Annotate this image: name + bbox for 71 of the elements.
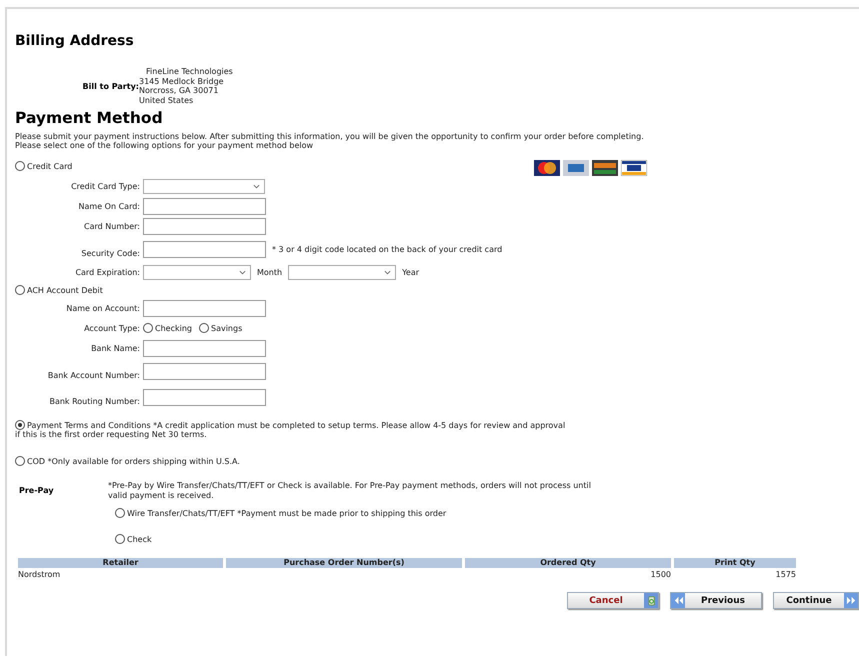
- fast-forward-icon: [844, 593, 858, 608]
- radio-label: Wire Transfer/Chats/TT/EFT *Payment must be made prior to shipping this order: [127, 508, 446, 518]
- input-field[interactable]: [143, 218, 266, 234]
- input-field[interactable]: [143, 300, 266, 316]
- cancel-button[interactable]: Cancel: [567, 592, 659, 609]
- payment-card-icon: [534, 160, 560, 176]
- hint-text: * 3 or 4 digit code located on the back of your credit card: [272, 244, 502, 254]
- previous-button[interactable]: Previous: [670, 592, 762, 609]
- continue-button[interactable]: Continue: [773, 592, 859, 609]
- field-label: Bank Routing Number:: [48, 397, 140, 408]
- radio-button[interactable]: [15, 161, 25, 171]
- address-line: FineLine Technologies: [145, 67, 233, 76]
- field-label: Bank Name:: [90, 344, 140, 352]
- radio-button[interactable]: [143, 323, 153, 333]
- rewind-icon: [671, 593, 685, 608]
- field-label: Month: [257, 268, 282, 276]
- radio-label: Check: [127, 534, 152, 544]
- recycle-bin-icon: [644, 593, 658, 608]
- dropdown-field[interactable]: [143, 264, 251, 280]
- instruction-text: Please select one of the following options for your payment method below: [15, 141, 314, 150]
- payment-card-icon: [563, 160, 589, 176]
- address-line: United States: [139, 96, 194, 105]
- field-label: Name on Account:: [65, 304, 140, 312]
- column-header: Retailer: [18, 558, 223, 568]
- address-line: Norcross, GA 30071: [139, 86, 220, 96]
- payment-card-icon: [621, 160, 647, 176]
- section-heading: Billing Address: [15, 33, 135, 51]
- field-label: Security Code:: [80, 249, 140, 260]
- radio-label: COD *Only available for orders shipping within U.S.A.: [27, 456, 240, 466]
- field-label: Bank Account Number:: [46, 371, 140, 382]
- field-label: Card Number:: [83, 222, 140, 230]
- address-line: 3145 Medlock Bridge: [139, 76, 225, 86]
- radio-button[interactable]: [198, 323, 209, 333]
- radio-button[interactable]: [115, 534, 125, 544]
- radio-label: Savings: [210, 324, 242, 332]
- input-field[interactable]: [143, 340, 266, 356]
- field-label: Card Expiration:: [74, 268, 140, 276]
- field-label: Name On Card:: [78, 202, 140, 210]
- radio-button[interactable]: [115, 508, 125, 518]
- table-cell-text: 1500: [650, 569, 671, 579]
- table-cell-text: 1575: [774, 569, 796, 579]
- table-cell-text: Nordstrom: [18, 569, 62, 579]
- input-field[interactable]: [143, 362, 266, 380]
- radio-label: ACH Account Debit: [27, 286, 103, 294]
- field-label: Account Type:: [83, 324, 140, 332]
- section-label: Pre-Pay: [18, 485, 55, 497]
- input-field[interactable]: [143, 388, 266, 406]
- field-label: Bill to Party:: [82, 82, 139, 90]
- radio-button[interactable]: [15, 456, 25, 466]
- section-heading: Payment Method: [15, 109, 164, 129]
- dropdown-field[interactable]: [143, 178, 265, 194]
- chevron-icon: [239, 270, 246, 274]
- column-header: Ordered Qty: [465, 558, 671, 568]
- input-field[interactable]: [143, 198, 266, 214]
- radio-button[interactable]: [15, 285, 25, 295]
- column-header: Purchase Order Number(s): [226, 558, 462, 568]
- terms-text: if this is the first order requesting Net 30 terms.: [15, 430, 207, 440]
- radio-label: Credit Card: [27, 162, 72, 170]
- field-label: Credit Card Type:: [70, 182, 140, 190]
- column-header: Print Qty: [674, 558, 796, 568]
- radio-button[interactable]: [15, 420, 25, 430]
- chevron-icon: [384, 270, 392, 274]
- instruction-text: Please submit your payment instructions below. After submitting this information, you will be given the opportunity to confirm your order before completing.: [15, 132, 645, 141]
- input-field[interactable]: [143, 240, 266, 258]
- field-label: Year: [402, 268, 420, 276]
- chevron-icon: [253, 184, 260, 188]
- radio-label: Payment Terms and Conditions *A credit application must be completed to setup terms. Please allow 4-5 days for review and approval: [27, 420, 566, 430]
- payment-card-icon: [592, 160, 618, 176]
- radio-label: Checking: [155, 324, 192, 332]
- prepay-note: *Pre-Pay by Wire Transfer/Chats/TT/EFT or Check is available. For Pre-Pay payment methods, orders will not process until valid payment is received.: [108, 481, 592, 500]
- dropdown-field[interactable]: [288, 264, 396, 280]
